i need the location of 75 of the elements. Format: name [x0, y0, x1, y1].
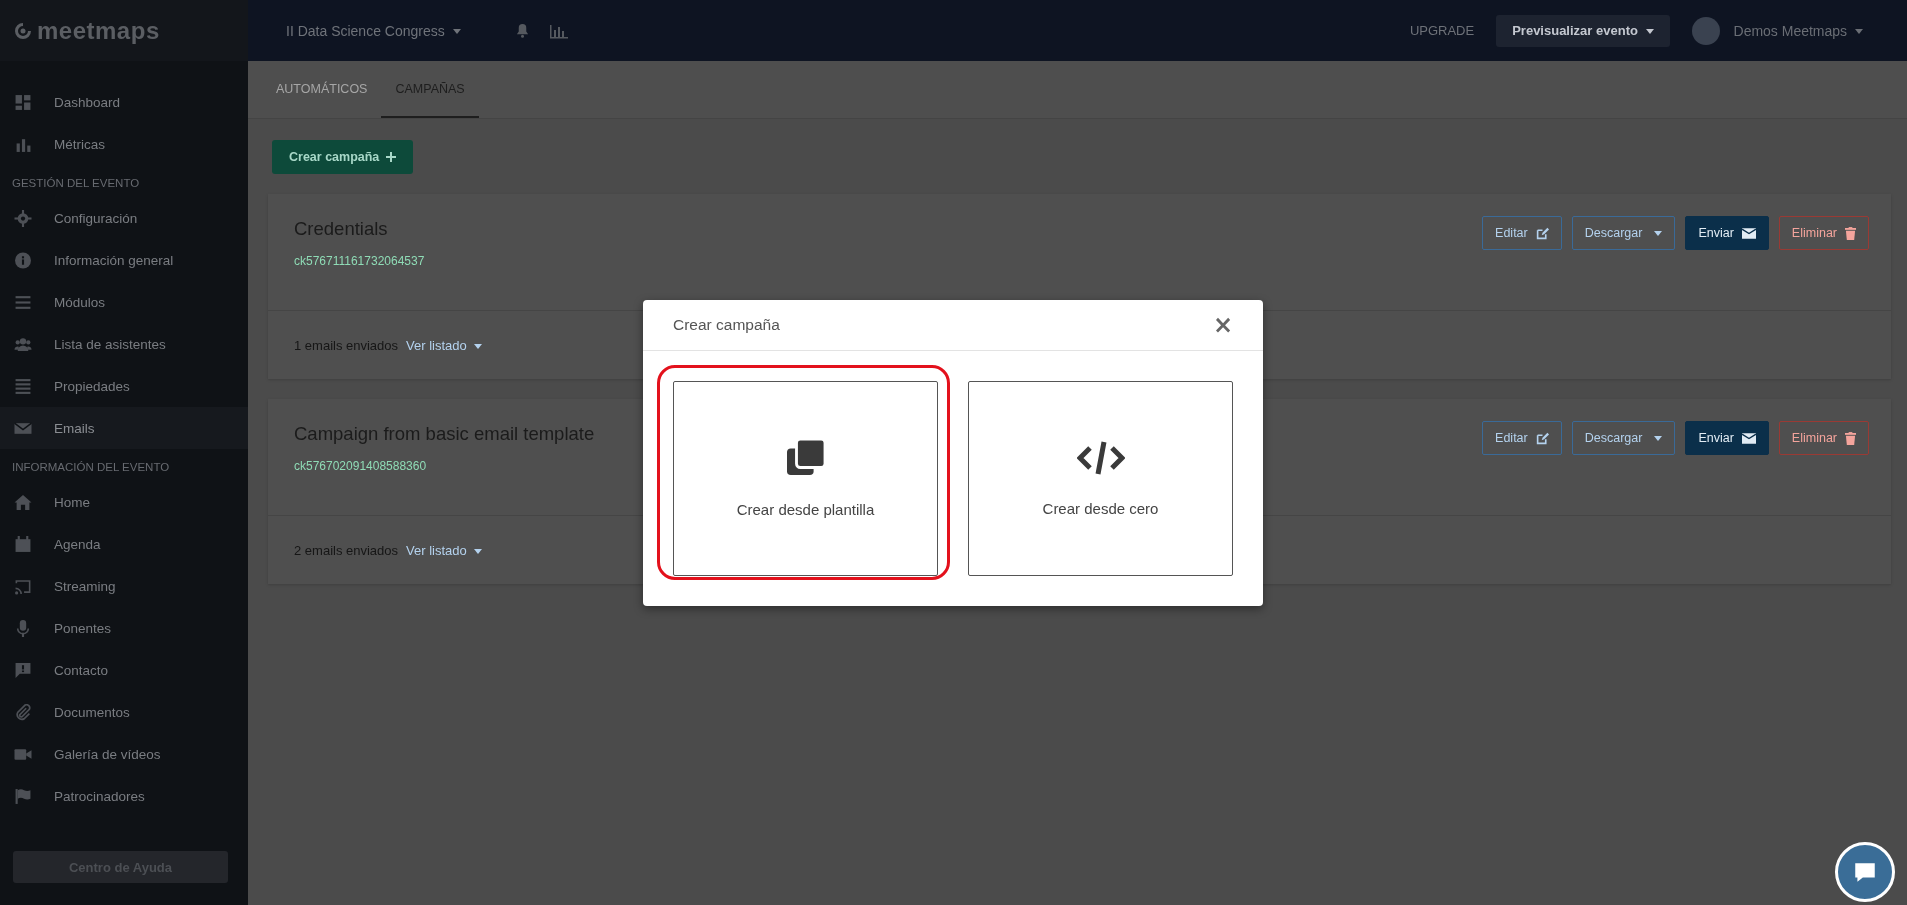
sidebar-item-label: Documentos — [54, 704, 130, 720]
info-icon — [12, 251, 34, 269]
emails-sent-count: 1 emails enviados — [294, 337, 399, 353]
delete-button[interactable]: Eliminar — [1778, 421, 1869, 455]
delete-button[interactable]: Eliminar — [1778, 216, 1869, 250]
sidebar-item[interactable]: Dashboard — [0, 81, 248, 123]
emails-sent-count: 2 emails enviados — [294, 542, 399, 558]
sidebar-item[interactable]: Documentos — [0, 691, 248, 733]
edit-icon — [1535, 226, 1549, 240]
envelope-icon — [1741, 227, 1756, 239]
sidebar-item[interactable]: Ponentes — [0, 607, 248, 649]
sidebar-item-label: Propiedades — [54, 378, 130, 394]
sidebar-item[interactable]: Galería de vídeos — [0, 733, 248, 775]
sidebar-item[interactable]: Streaming — [0, 565, 248, 607]
sidebar-item-label: Módulos — [54, 294, 106, 310]
section-header: GESTIÓN DEL EVENTO — [11, 176, 141, 191]
sidebar-item-label: Streaming — [54, 578, 116, 594]
send-button[interactable]: Enviar — [1685, 421, 1769, 455]
trash-icon — [1845, 431, 1856, 445]
copy-icon — [786, 439, 825, 477]
code-icon — [1076, 440, 1125, 476]
sidebar-item[interactable]: Métricas — [0, 123, 248, 165]
bar-chart-icon[interactable] — [549, 22, 568, 39]
sidebar-item-label: Patrocinadores — [54, 788, 145, 804]
sidebar-item[interactable]: Propiedades — [0, 365, 248, 407]
campaign-id: ck576711161732064537 — [294, 254, 425, 268]
view-list-link[interactable]: Ver listado — [406, 337, 483, 353]
envelope-icon — [1741, 432, 1756, 444]
preview-event-button[interactable]: Previsualizar evento — [1496, 14, 1670, 47]
trash-icon — [1845, 226, 1856, 240]
sidebar-item[interactable]: Contacto — [0, 649, 248, 691]
home-icon — [12, 493, 34, 511]
brand-logo: meetmaps — [37, 16, 160, 45]
close-button[interactable]: × — [1212, 313, 1233, 337]
logo-icon — [13, 20, 33, 41]
plus-icon — [386, 152, 397, 162]
sidebar-item[interactable]: Home — [0, 481, 248, 523]
sidebar-item-label: Dashboard — [54, 94, 121, 110]
sidebar-item[interactable]: Configuración — [0, 197, 248, 239]
sidebar-item-label: Agenda — [54, 536, 101, 552]
event-dropdown[interactable]: II Data Science Congress — [280, 21, 467, 40]
view-list-link[interactable]: Ver listado — [406, 542, 483, 558]
dialog-title: Crear campaña — [673, 316, 780, 334]
section-header: INFORMACIÓN DEL EVENTO — [11, 460, 171, 475]
option-card[interactable]: Crear desde cero — [968, 381, 1233, 576]
sidebar-item[interactable]: Información general — [0, 239, 248, 281]
sidebar-item[interactable]: Módulos — [0, 281, 248, 323]
sidebar-item[interactable]: Patrocinadores — [0, 775, 248, 817]
sidebar-item-label: Ponentes — [54, 620, 112, 636]
edit-icon — [1535, 431, 1549, 445]
sidebar-item-label: Home — [54, 494, 90, 510]
avatar[interactable] — [1691, 16, 1720, 45]
create-campaign-button[interactable]: Crear campaña — [272, 140, 414, 174]
user-menu[interactable]: Demos Meetmaps — [1727, 21, 1869, 40]
edit-button[interactable]: Editar — [1482, 216, 1562, 250]
option-card[interactable]: Crear desde plantilla — [673, 381, 938, 576]
campaign-id: ck576702091408588360 — [294, 459, 428, 473]
tab[interactable]: AUTOMÁTICOS — [262, 61, 382, 118]
sidebar-item[interactable]: Emails — [0, 407, 248, 449]
sidebar-item-label: Contacto — [54, 662, 109, 678]
edit-button[interactable]: Editar — [1482, 421, 1562, 455]
sidebar-item-label: Emails — [54, 420, 95, 436]
sidebar-item-label: Galería de vídeos — [54, 746, 161, 762]
sidebar-item-label: Métricas — [54, 136, 105, 152]
bell-icon[interactable] — [514, 23, 530, 38]
download-button[interactable]: Descargar — [1571, 216, 1676, 250]
download-button[interactable]: Descargar — [1571, 421, 1676, 455]
send-button[interactable]: Enviar — [1685, 216, 1769, 250]
users-icon — [12, 335, 34, 353]
sidebar-item-label: Configuración — [54, 210, 138, 226]
upgrade-link[interactable]: UPGRADE — [1409, 23, 1475, 38]
sidebar-item-label: Lista de asistentes — [54, 336, 166, 352]
sidebar-item[interactable]: Lista de asistentes — [0, 323, 248, 365]
sidebar-item[interactable]: Agenda — [0, 523, 248, 565]
sidebar-item-label: Información general — [54, 252, 174, 268]
